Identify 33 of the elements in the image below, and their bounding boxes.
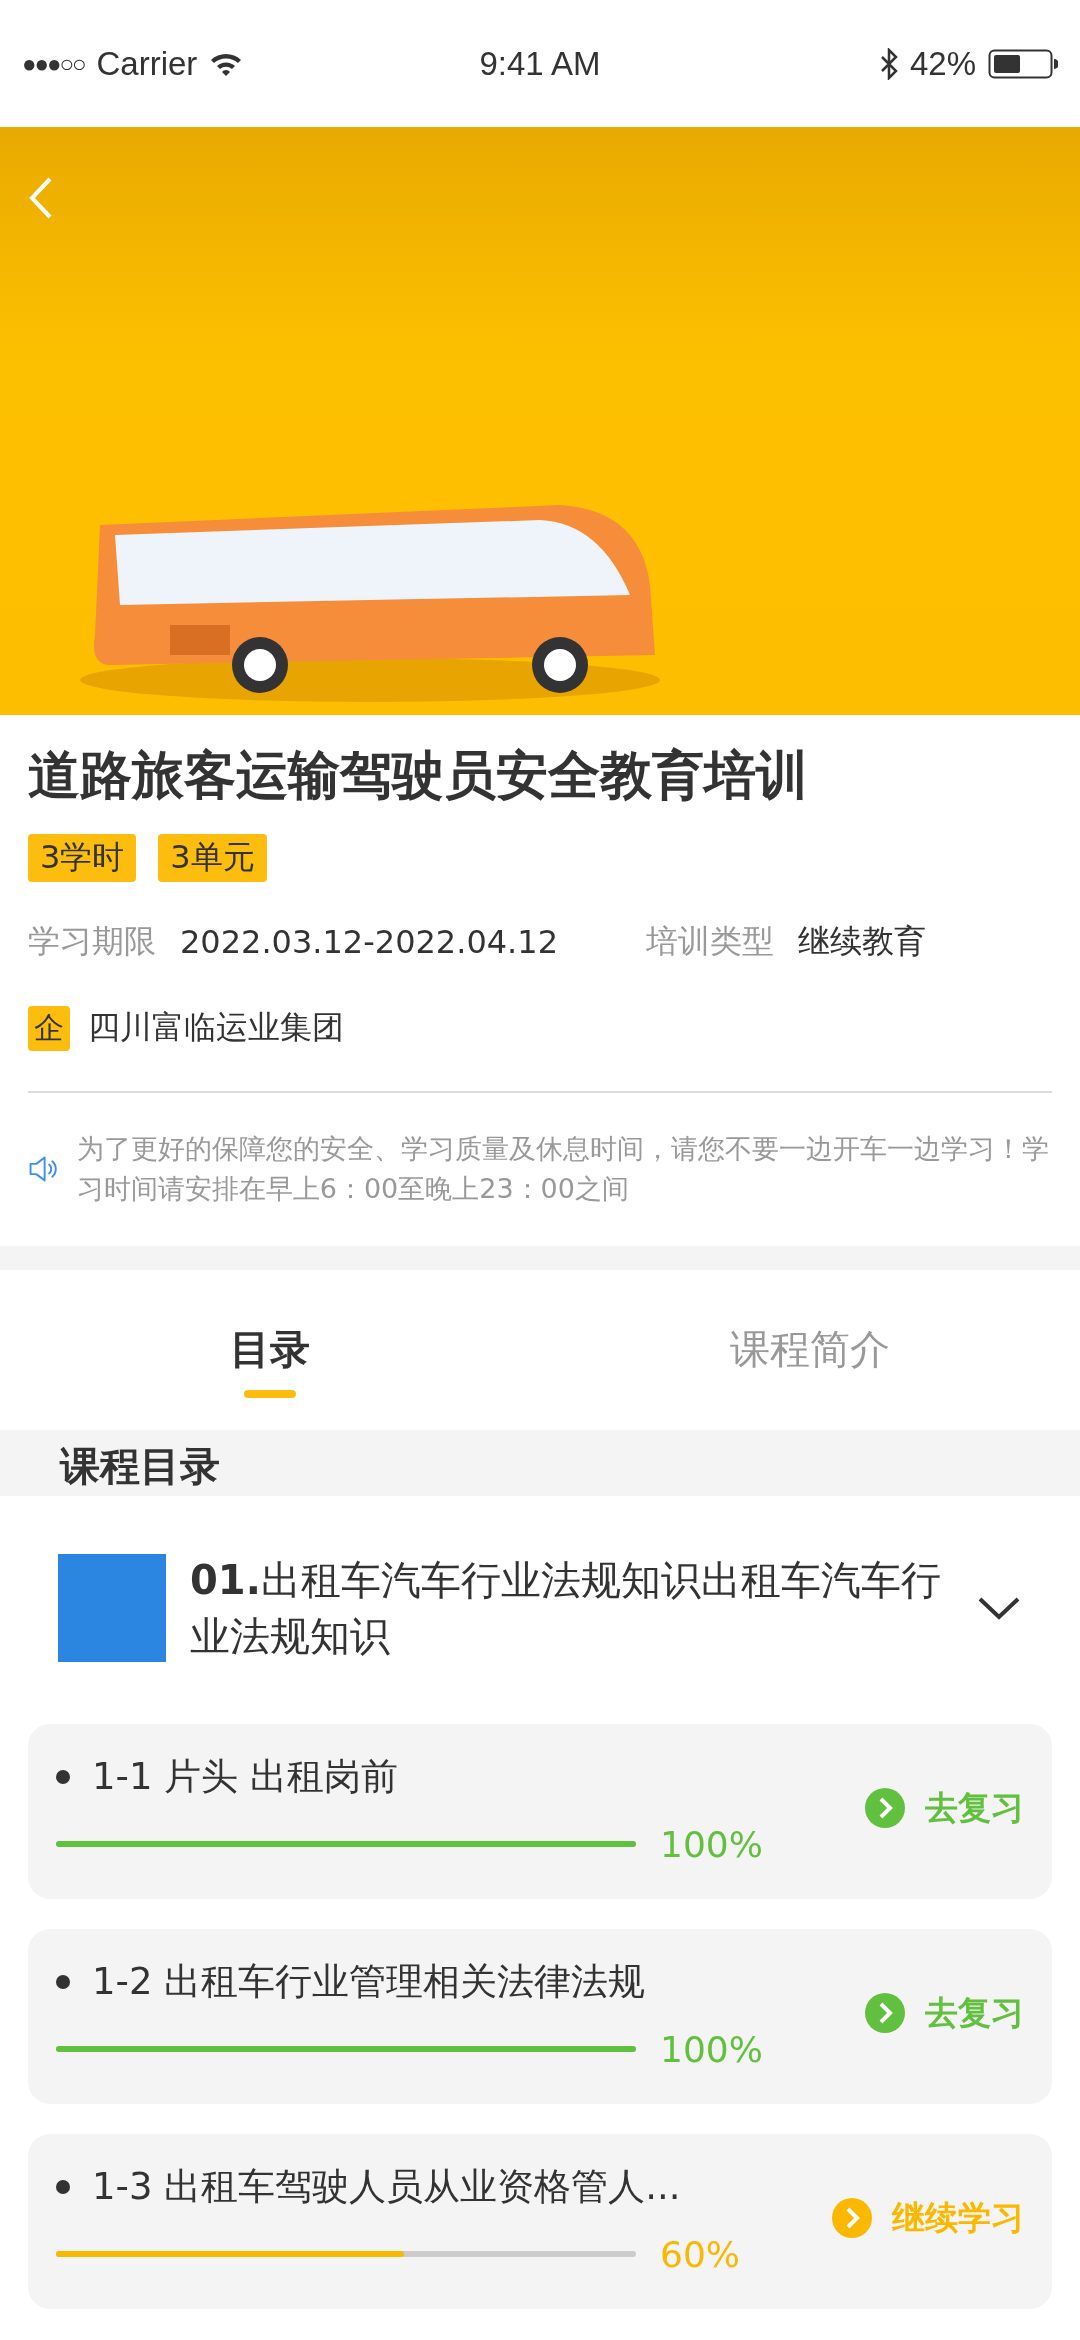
type-value: 继续教育 xyxy=(798,920,926,962)
enterprise-badge: 企 xyxy=(28,1005,70,1051)
arrow-circle-icon xyxy=(832,2198,872,2239)
arrow-circle-icon xyxy=(865,1788,905,1829)
progress-percent: 60% xyxy=(660,2233,740,2275)
lesson-card[interactable]: 1-1 片头 出租岗前 100% 去复习 xyxy=(28,1723,1052,1899)
signal-strength: ●●●○○ xyxy=(22,49,85,78)
status-time: 9:41 AM xyxy=(479,44,601,83)
progress-percent: 100% xyxy=(660,1823,763,1865)
course-title: 道路旅客运输驾驶员安全教育培训 xyxy=(28,744,809,807)
chapter-title[interactable]: 01.出租车汽车行业法规知识出租车汽车行业法规知识 xyxy=(190,1551,952,1664)
safety-notice: 为了更好的保障您的安全、学习质量及休息时间，请您不要一边开车一边学习！学习时间请安排在早上6：00至晚上23：00之间 xyxy=(76,1131,1050,1207)
bullet-icon xyxy=(56,2179,70,2194)
course-tag: 3单元 xyxy=(158,833,267,882)
battery-icon xyxy=(988,48,1058,79)
period-value: 2022.03.12-2022.04.12 xyxy=(180,922,558,961)
period-label: 学习期限 xyxy=(28,920,156,962)
section-title: 课程目录 xyxy=(60,1442,220,1489)
progress-percent: 100% xyxy=(660,2028,763,2070)
bullet-icon xyxy=(56,1974,70,1989)
lesson-card[interactable]: 1-2 出租车行业管理相关法律法规 100% 去复习 xyxy=(28,1928,1052,2104)
bullet-icon xyxy=(56,1769,70,1784)
lesson-title: 1-2 出租车行业管理相关法律法规 xyxy=(92,1958,646,2005)
type-label: 培训类型 xyxy=(646,920,774,962)
lesson-title: 1-1 片头 出租岗前 xyxy=(92,1753,398,1800)
organization-name: 四川富临运业集团 xyxy=(88,1007,344,1049)
carrier-name: Carrier xyxy=(96,44,198,83)
lesson-card[interactable]: 1-3 出租车驾驶人员从业资格管人... 60% 继续学习 xyxy=(28,2133,1052,2309)
arrow-circle-icon xyxy=(865,1993,905,2034)
bluetooth-icon xyxy=(879,47,898,80)
lesson-title: 1-3 出租车驾驶人员从业资格管人... xyxy=(92,2163,681,2210)
course-tag: 3学时 xyxy=(28,833,137,882)
battery-percent: 42% xyxy=(909,44,976,83)
